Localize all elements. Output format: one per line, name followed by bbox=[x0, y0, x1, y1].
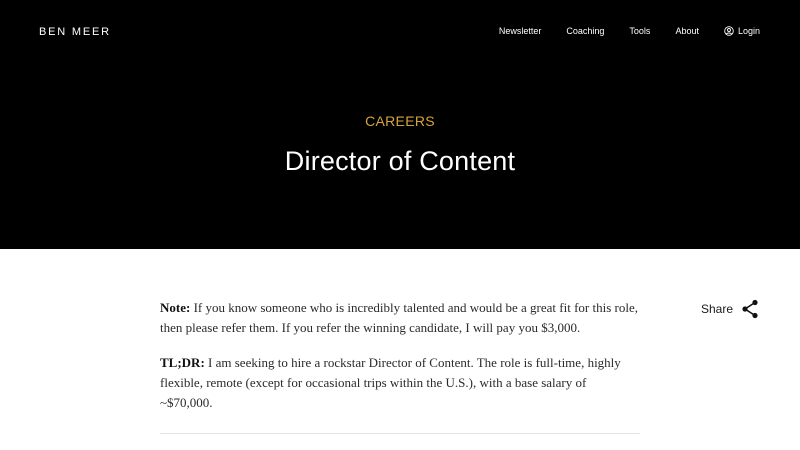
tldr-text: I am seeking to hire a rockstar Director… bbox=[160, 355, 621, 410]
note-label: Note: bbox=[160, 300, 191, 315]
share-button[interactable]: Share bbox=[701, 299, 759, 319]
nav-link-about[interactable]: About bbox=[675, 26, 699, 36]
tldr-label: TL;DR: bbox=[160, 355, 205, 370]
main-nav: Newsletter Coaching Tools About Login bbox=[499, 26, 760, 36]
hero-banner: BEN MEER Newsletter Coaching Tools About… bbox=[0, 0, 800, 249]
nav-link-coaching[interactable]: Coaching bbox=[566, 26, 604, 36]
content-divider bbox=[160, 433, 640, 434]
tldr-paragraph: TL;DR: I am seeking to hire a rockstar D… bbox=[160, 353, 640, 413]
nav-link-newsletter[interactable]: Newsletter bbox=[499, 26, 542, 36]
note-text: If you know someone who is incredibly ta… bbox=[160, 300, 638, 335]
share-icon bbox=[742, 299, 758, 319]
nav-link-login[interactable]: Login bbox=[724, 26, 760, 36]
nav-login-label: Login bbox=[737, 26, 760, 36]
nav-link-tools[interactable]: Tools bbox=[629, 26, 650, 36]
article-body: Note: If you know someone who is incredi… bbox=[160, 298, 640, 428]
page-title: Director of Content bbox=[284, 146, 516, 176]
section-eyebrow: CAREERS bbox=[365, 113, 435, 129]
share-label: Share bbox=[701, 302, 734, 316]
user-circle-icon bbox=[724, 26, 734, 36]
note-paragraph: Note: If you know someone who is incredi… bbox=[160, 298, 640, 338]
site-logo[interactable]: BEN MEER bbox=[39, 26, 111, 38]
